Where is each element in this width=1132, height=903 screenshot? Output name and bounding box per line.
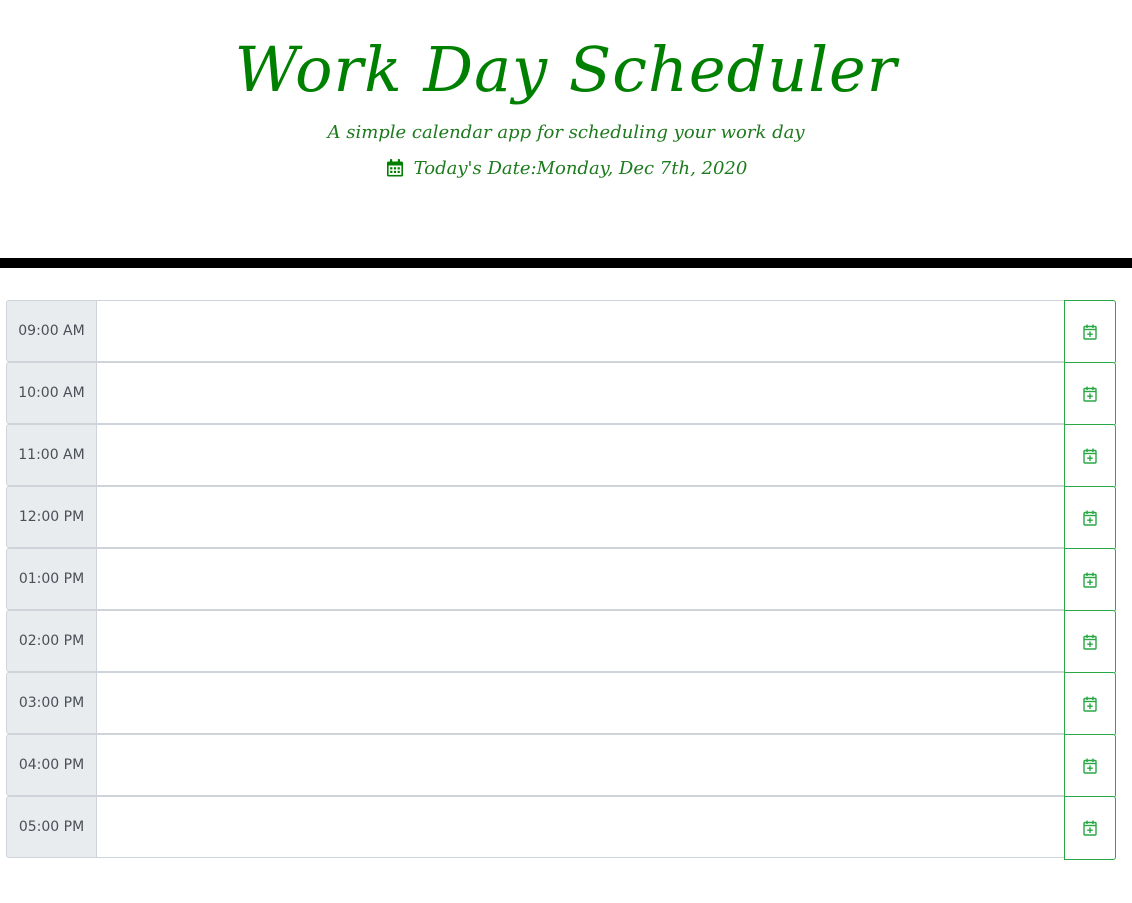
save-button[interactable] — [1064, 796, 1116, 860]
hour-label: 10:00 AM — [6, 362, 96, 424]
time-block-row: 12:00 PM — [6, 486, 1116, 550]
save-button[interactable] — [1064, 424, 1116, 488]
calendar-plus-icon — [1083, 696, 1097, 712]
time-block-row: 05:00 PM — [6, 796, 1116, 860]
time-block-row: 03:00 PM — [6, 672, 1116, 736]
calendar-plus-icon — [1083, 324, 1097, 340]
task-input[interactable] — [96, 796, 1064, 858]
task-input[interactable] — [96, 300, 1064, 362]
save-button[interactable] — [1064, 486, 1116, 550]
task-input[interactable] — [96, 610, 1064, 672]
hour-label: 12:00 PM — [6, 486, 96, 548]
schedule: 09:00 AM 10:00 AM 11:00 AM 12:00 PM 01:00 PM… — [6, 300, 1116, 860]
hour-label: 09:00 AM — [6, 300, 96, 362]
task-input[interactable] — [96, 362, 1064, 424]
save-button[interactable] — [1064, 610, 1116, 674]
save-button[interactable] — [1064, 672, 1116, 736]
date-label: Today's Date: — [413, 157, 537, 179]
current-date: Today's Date: Monday, Dec 7th, 2020 — [0, 155, 1132, 181]
hour-label: 01:00 PM — [6, 548, 96, 610]
save-button[interactable] — [1064, 548, 1116, 612]
time-block-row: 04:00 PM — [6, 734, 1116, 798]
task-input[interactable] — [96, 734, 1064, 796]
task-input[interactable] — [96, 548, 1064, 610]
time-block-row: 01:00 PM — [6, 548, 1116, 612]
page-header: Work Day Scheduler A simple calendar app… — [0, 0, 1132, 258]
calendar-plus-icon — [1083, 510, 1097, 526]
date-value: Monday, Dec 7th, 2020 — [536, 157, 748, 179]
time-block-row: 02:00 PM — [6, 610, 1116, 674]
calendar-plus-icon — [1083, 758, 1097, 774]
hour-label: 03:00 PM — [6, 672, 96, 734]
hour-label: 02:00 PM — [6, 610, 96, 672]
time-block-row: 10:00 AM — [6, 362, 1116, 426]
save-button[interactable] — [1064, 734, 1116, 798]
calendar-plus-icon — [1083, 448, 1097, 464]
header-divider — [0, 258, 1132, 268]
save-button[interactable] — [1064, 362, 1116, 426]
save-button[interactable] — [1064, 300, 1116, 364]
calendar-plus-icon — [1083, 386, 1097, 402]
task-input[interactable] — [96, 672, 1064, 734]
page-subtitle: A simple calendar app for scheduling you… — [327, 122, 805, 143]
calendar-icon — [385, 158, 405, 178]
calendar-plus-icon — [1083, 820, 1097, 836]
task-input[interactable] — [96, 486, 1064, 548]
time-block-row: 09:00 AM — [6, 300, 1116, 364]
calendar-plus-icon — [1083, 572, 1097, 588]
time-block-row: 11:00 AM — [6, 424, 1116, 488]
calendar-plus-icon — [1083, 634, 1097, 650]
hour-label: 11:00 AM — [6, 424, 96, 486]
hour-label: 05:00 PM — [6, 796, 96, 858]
hour-label: 04:00 PM — [6, 734, 96, 796]
page-title: Work Day Scheduler — [234, 33, 898, 106]
task-input[interactable] — [96, 424, 1064, 486]
